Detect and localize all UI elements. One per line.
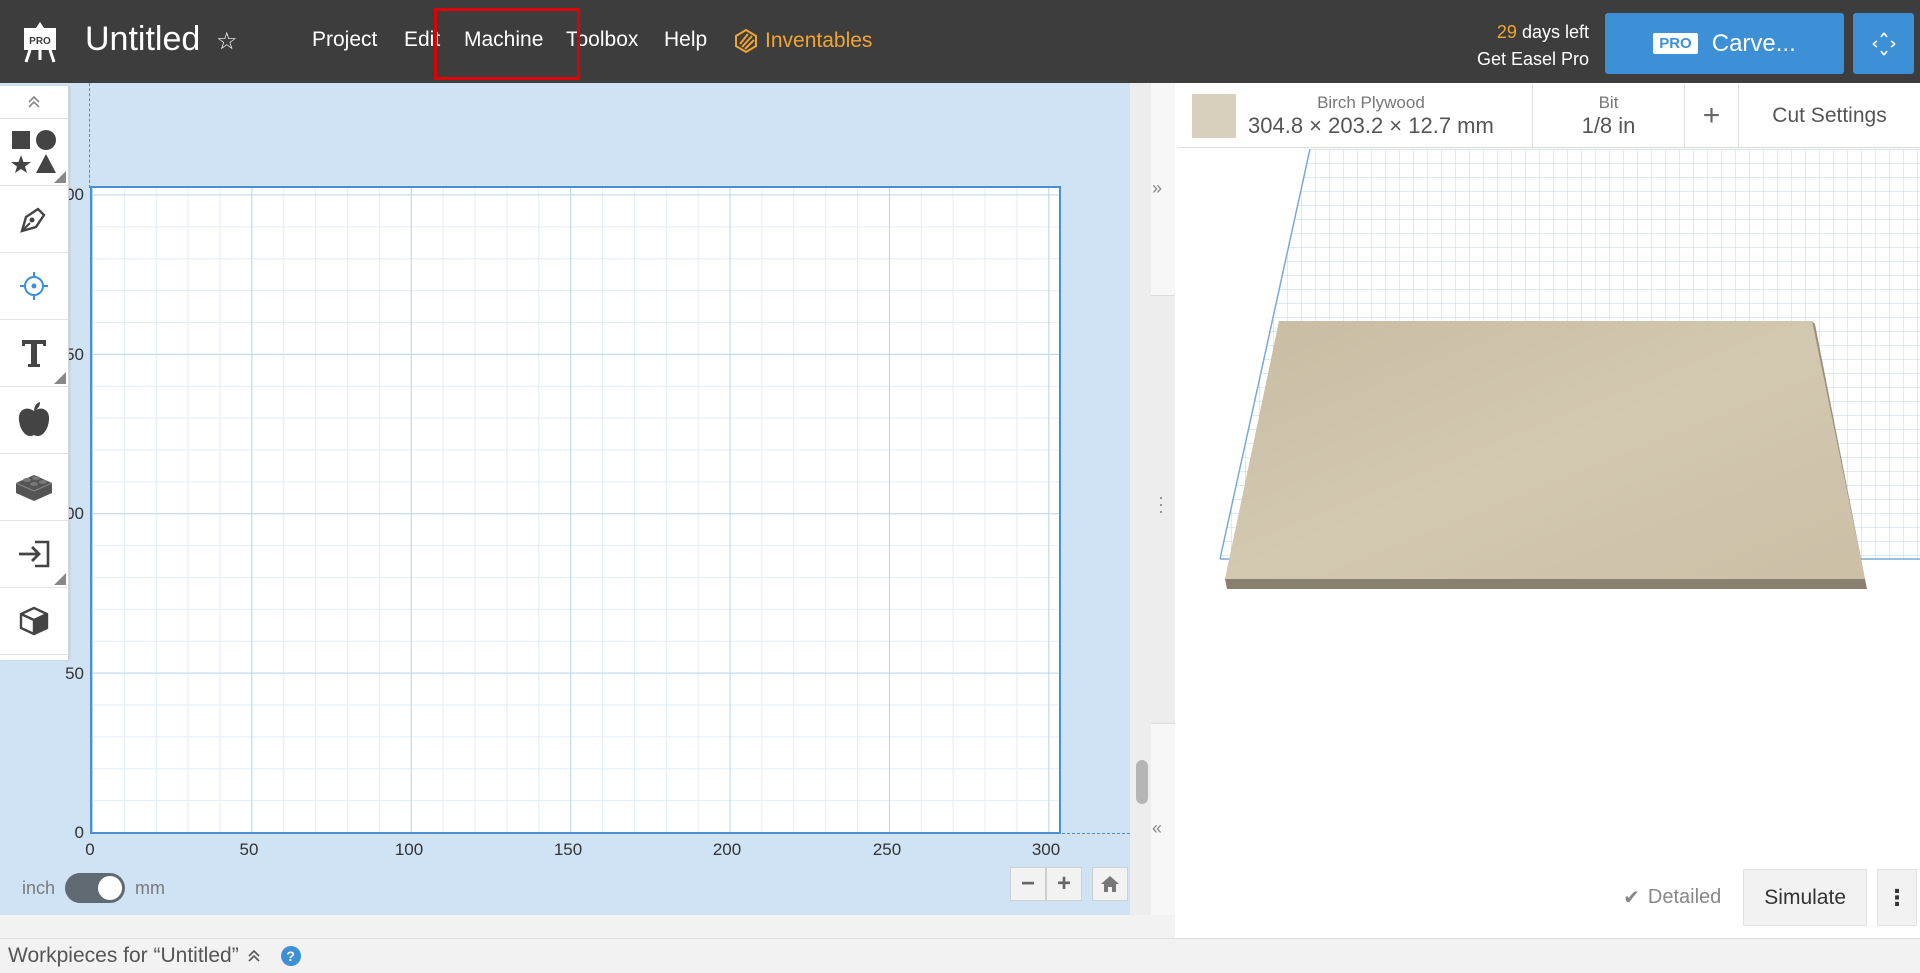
inventables-label: Inventables (765, 29, 873, 52)
y-tick-label: 50 (65, 664, 84, 683)
import-icon (19, 540, 50, 568)
detailed-toggle[interactable]: ✔ Detailed (1623, 885, 1721, 910)
splitter-divider (1151, 295, 1175, 296)
workpieces-bar: Workpieces for “Untitled” ? (0, 938, 1920, 973)
design-canvas[interactable]: 0 50 100 150 200 250 300 0 50 100 150 20… (0, 83, 1130, 915)
material-bar: Birch Plywood 304.8 × 203.2 × 12.7 mm Bi… (1177, 85, 1920, 148)
expand-arrows-icon (1872, 32, 1895, 55)
cube-icon (19, 606, 49, 636)
material-dimensions: 304.8 × 203.2 × 12.7 mm (1248, 113, 1494, 138)
logo-badge-text: PRO (29, 36, 51, 47)
text-tool[interactable] (0, 320, 68, 387)
x-tick-label: 150 (553, 840, 583, 859)
bit-selector[interactable]: Bit 1/8 in (1533, 85, 1685, 147)
x-tick-label: 100 (394, 840, 424, 859)
bit-value: 1/8 in (1581, 113, 1636, 138)
3d-preview-panel: Birch Plywood 304.8 × 203.2 × 12.7 mm Bi… (1175, 83, 1920, 938)
tool-sidebar (0, 86, 69, 660)
import-more-indicator (54, 573, 66, 585)
menu-help[interactable]: Help (664, 28, 707, 52)
carve-pro-badge: PRO (1653, 33, 1698, 54)
more-options-icon[interactable]: ⋮ (1877, 869, 1917, 926)
checkmark-icon: ✔ (1623, 887, 1640, 909)
material-selector[interactable]: Birch Plywood 304.8 × 203.2 × 12.7 mm (1177, 85, 1533, 147)
lego-brick-icon (15, 475, 53, 501)
x-tick-label: 250 (872, 840, 902, 859)
canvas-vertical-scrollbar[interactable] (1136, 760, 1148, 804)
unit-switch: inch mm (22, 873, 165, 903)
collapse-left-icon[interactable]: « (1152, 818, 1162, 839)
zoom-controls: − + (1010, 867, 1128, 901)
favorite-star-icon[interactable]: ☆ (216, 27, 238, 56)
text-icon (22, 340, 46, 367)
y-tick-label: 0 (74, 823, 84, 842)
shapes-tool[interactable] (0, 119, 68, 186)
machine-menu-highlight (434, 8, 580, 80)
workpiece-grid[interactable] (90, 186, 1061, 834)
panel-splitter[interactable]: » · · · « (1130, 83, 1175, 915)
workpieces-label[interactable]: Workpieces for “Untitled” (8, 944, 239, 968)
trial-info[interactable]: 29 days left Get Easel Pro (1477, 19, 1589, 73)
unit-toggle-knob (98, 876, 123, 900)
easel-pro-logo-icon[interactable]: PRO (20, 20, 60, 64)
zoom-in-button[interactable]: + (1046, 867, 1082, 901)
project-title[interactable]: Untitled (85, 20, 200, 59)
icon-library-tool[interactable] (0, 387, 68, 454)
unit-toggle[interactable] (65, 873, 126, 903)
home-icon (1101, 876, 1119, 892)
cut-settings-label: Cut Settings (1772, 104, 1887, 127)
point-tool[interactable] (0, 253, 68, 320)
canvas-origin-guide-vertical (89, 83, 90, 188)
cut-settings-button[interactable]: Cut Settings (1739, 85, 1920, 147)
menu-project[interactable]: Project (312, 28, 377, 52)
shapes-more-indicator (54, 171, 66, 183)
trial-days-count: 29 (1496, 22, 1517, 42)
text-more-indicator (54, 372, 66, 384)
drag-handle-icon[interactable]: · · · (1158, 488, 1164, 520)
inventables-link[interactable]: Inventables (733, 28, 872, 54)
crosshair-icon (20, 272, 48, 300)
workpiece-top-face (1225, 321, 1865, 579)
x-tick-label: 50 (239, 840, 259, 859)
workpiece-front-edge (1225, 579, 1867, 589)
import-tool[interactable] (0, 521, 68, 588)
double-chevron-up-icon (28, 96, 40, 108)
3d-view-tool[interactable] (0, 588, 68, 655)
pen-tool[interactable] (0, 186, 68, 253)
bit-label: Bit (1598, 93, 1619, 112)
x-tick-label: 0 (85, 840, 95, 859)
material-name: Birch Plywood (1317, 93, 1425, 112)
material-swatch (1192, 94, 1236, 138)
expand-workpieces-icon[interactable] (247, 950, 261, 962)
pen-icon (20, 207, 46, 233)
simulate-button[interactable]: Simulate (1743, 869, 1867, 926)
detailed-label: Detailed (1647, 886, 1722, 908)
splitter-divider (1151, 723, 1175, 724)
carve-button[interactable]: PRO Carve... (1605, 13, 1844, 74)
apps-tool[interactable] (0, 454, 68, 521)
x-tick-label: 200 (712, 840, 742, 859)
unit-inch-label[interactable]: inch (22, 878, 55, 899)
unit-mm-label[interactable]: mm (135, 878, 165, 899)
collapse-toolbar-button[interactable] (0, 86, 68, 119)
fullscreen-expand-button[interactable] (1853, 13, 1914, 74)
zoom-out-button[interactable]: − (1010, 867, 1046, 901)
x-tick-label: 300 (1031, 840, 1061, 859)
inventables-logo-icon (735, 28, 757, 54)
add-bit-button[interactable]: + (1685, 85, 1739, 147)
canvas-origin-guide-horizontal (1062, 833, 1130, 834)
home-view-button[interactable] (1092, 867, 1128, 901)
get-easel-pro-link[interactable]: Get Easel Pro (1477, 46, 1589, 73)
apple-icon (18, 402, 50, 437)
expand-right-icon[interactable]: » (1152, 178, 1162, 199)
trial-days-suffix: days left (1521, 22, 1589, 42)
top-bar: PRO Untitled ☆ Project Edit Machine Tool… (0, 0, 1920, 83)
shapes-icon (11, 130, 56, 173)
3d-workpiece-view[interactable] (1175, 149, 1920, 769)
carve-label: Carve... (1711, 29, 1796, 57)
preview-controls: ✔ Detailed Simulate ⋮ (1175, 869, 1920, 926)
help-icon[interactable]: ? (280, 946, 301, 966)
